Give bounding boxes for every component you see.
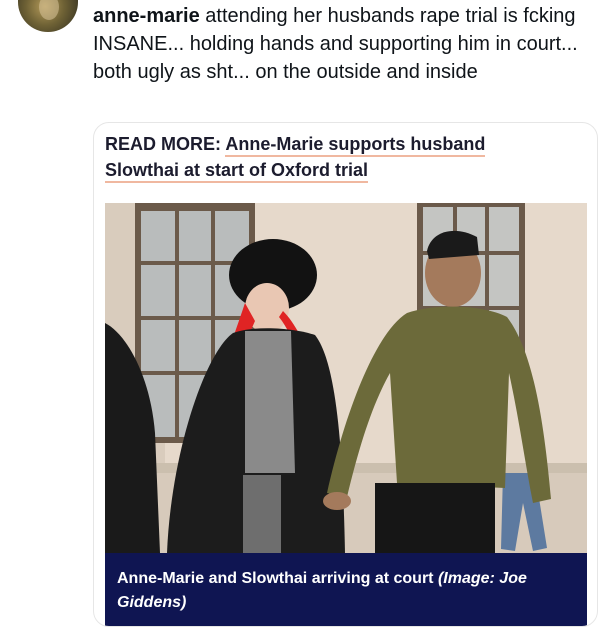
read-more-label: READ MORE: [105,134,221,154]
read-more-headline: READ MORE: Anne-Marie supports husband S… [105,131,535,183]
article-card[interactable]: READ MORE: Anne-Marie supports husband S… [93,122,598,627]
user-avatar[interactable] [18,0,78,32]
tweet-text: anne-marie attending her husbands rape t… [93,2,598,86]
photo-illustration [105,203,587,553]
article-photo[interactable] [105,203,587,553]
photo-caption: Anne-Marie and Slowthai arriving at cour… [105,553,587,626]
avatar-face [39,0,59,20]
username-link[interactable]: anne-marie [93,5,200,27]
caption-text: Anne-Marie and Slowthai arriving at cour… [117,570,434,587]
